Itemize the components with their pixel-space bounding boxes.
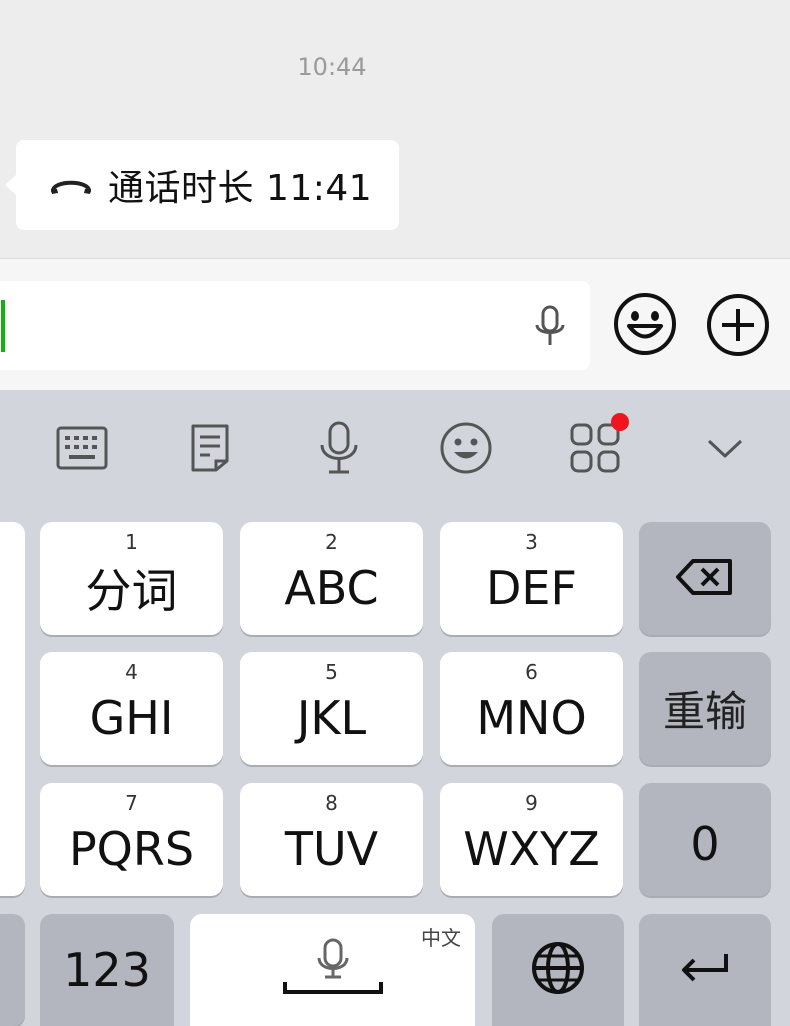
backspace-key[interactable] — [639, 522, 771, 635]
numbers-key[interactable]: 123 — [40, 914, 174, 1026]
key-4[interactable]: 4 GHI — [40, 652, 223, 765]
key-6[interactable]: 6 MNO — [440, 652, 623, 765]
clipboard-note-icon[interactable] — [182, 420, 238, 476]
message-timestamp: 10:44 — [297, 53, 367, 81]
smiley-icon — [614, 293, 676, 355]
text-cursor — [1, 300, 5, 352]
more-actions-button[interactable] — [706, 293, 770, 357]
plus-circle-icon — [707, 294, 769, 356]
key-number: 8 — [325, 791, 338, 815]
return-icon — [678, 950, 732, 990]
key-8[interactable]: 8 TUV — [240, 783, 423, 896]
key-label: PQRS — [68, 821, 195, 876]
space-bar-icon — [281, 938, 385, 1002]
globe-key[interactable] — [492, 914, 624, 1026]
microphone-icon[interactable] — [311, 420, 367, 476]
backspace-icon — [675, 557, 735, 601]
key-label: DEF — [486, 560, 577, 615]
chevron-down-icon[interactable] — [697, 420, 753, 476]
key-number: 9 — [525, 791, 538, 815]
key-number: 4 — [125, 660, 138, 684]
key-2[interactable]: 2 ABC — [240, 522, 423, 635]
enter-key[interactable] — [639, 914, 771, 1026]
key-number: 3 — [525, 530, 538, 554]
key-3[interactable]: 3 DEF — [440, 522, 623, 635]
reset-key[interactable]: 重输 — [639, 652, 771, 765]
microphone-icon[interactable] — [530, 305, 570, 349]
space-key[interactable]: 中文 — [190, 914, 475, 1026]
key-label: ABC — [284, 560, 379, 615]
key-label: JKL — [296, 690, 367, 745]
key-7[interactable]: 7 PQRS — [40, 783, 223, 896]
key-number: 1 — [125, 530, 138, 554]
key-number: 7 — [125, 791, 138, 815]
key-number: 5 — [325, 660, 338, 684]
key-label: WXYZ — [463, 821, 600, 876]
emoji-button[interactable] — [612, 291, 678, 357]
emoji-face-icon[interactable] — [438, 420, 494, 476]
key-label: GHI — [89, 690, 174, 745]
space-language-label: 中文 — [421, 926, 461, 950]
globe-icon — [531, 941, 585, 999]
key-label: MNO — [476, 690, 587, 745]
key-number: 6 — [525, 660, 538, 684]
key-1[interactable]: 1 分词 — [40, 522, 223, 635]
message-input[interactable] — [0, 281, 590, 370]
call-duration-message[interactable]: 通话时长 11:41 — [5, 140, 399, 230]
key-label: 分词 — [85, 563, 178, 618]
keyboard: 1 分词 2 ABC 3 DEF 4 GHI 5 JKL 6 MNO 重输 7 — [0, 390, 790, 1026]
symbol-list-panel[interactable] — [0, 522, 25, 896]
key-9[interactable]: 9 WXYZ — [440, 783, 623, 896]
key-number: 2 — [325, 530, 338, 554]
call-duration-text: 通话时长 11:41 — [108, 168, 373, 209]
key-5[interactable]: 5 JKL — [240, 652, 423, 765]
chat-area: 10:44 通话时长 11:41 — [0, 0, 790, 258]
zero-label: 0 — [690, 816, 720, 871]
key-label: TUV — [284, 821, 379, 876]
notification-dot — [611, 413, 629, 431]
keyboard-icon[interactable] — [54, 420, 110, 476]
key-0[interactable]: 0 — [639, 783, 771, 896]
numbers-label: 123 — [63, 943, 151, 997]
phone-hangup-icon — [48, 171, 94, 199]
symbol-key[interactable] — [0, 914, 25, 1026]
reset-label: 重输 — [662, 687, 747, 736]
